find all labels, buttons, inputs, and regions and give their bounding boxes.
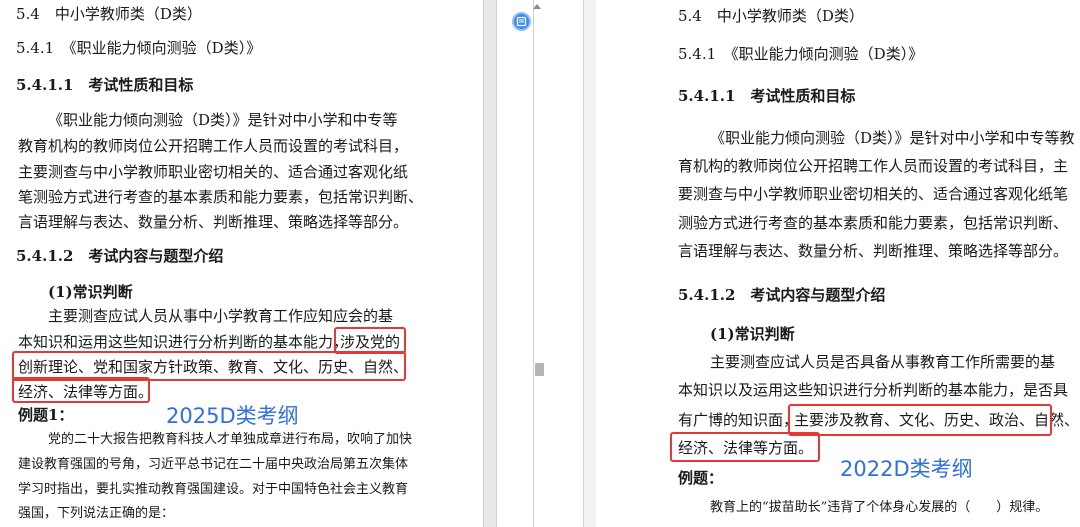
left-para1-line: 言语理解与表达、数量分析、判断推理、策略选择等部分。: [18, 213, 409, 231]
floating-tool-button[interactable]: [512, 12, 531, 31]
right-para2-line: 本知识以及运用这些知识进行分析判断的基本能力，是否具: [678, 381, 1069, 399]
right-para1-line: 测验方式进行考查的基本素质和能力要素，包括常识判断、: [678, 214, 1069, 232]
left-scrollbar-track[interactable]: [483, 0, 497, 527]
left-document-page: 5.4 中小学教师类（D类） 5.4.1 《职业能力倾向测验（D类）》 5.4.…: [0, 0, 483, 527]
right-highlight-box: [788, 404, 1052, 436]
left-example-line: 建设教育强国的号角，习近平总书记在二十届中央政治局第五次集体: [18, 457, 409, 472]
left-heading-5412: 5.4.1.2 考试内容与题型介绍: [16, 247, 224, 265]
left-item-changshi: (1)常识判断: [48, 283, 133, 301]
left-example-line: 学习时指出，要扎实推动教育强国建设。对于中国特色社会主义教育: [18, 482, 409, 497]
viewer-gutter: [483, 0, 596, 527]
right-example-line: 教育上的“拔苗助长”违背了个体身心发展的（ ）规律。: [710, 500, 1049, 515]
right-para1-line: 育机构的教师岗位公开招聘工作人员而设置的考试科目，主: [678, 157, 1069, 175]
right-heading-5411: 5.4.1.1 考试性质和目标: [678, 87, 856, 105]
right-subsection-heading: 5.4.1 《职业能力倾向测验（D类）》: [678, 45, 924, 63]
right-heading-5412: 5.4.1.2 考试内容与题型介绍: [678, 286, 886, 304]
left-section-heading: 5.4 中小学教师类（D类）: [16, 5, 202, 23]
document-tool-icon: [516, 16, 527, 27]
right-para1-line: 《职业能力倾向测验（D类）》是针对中小学和中专等教: [710, 129, 1075, 147]
right-para2-line: 主要测查应试人员是否具备从事教育工作所需要的基: [710, 353, 1056, 371]
right-document-page: 5.4 中小学教师类（D类） 5.4.1 《职业能力倾向测验（D类）》 5.4.…: [596, 0, 1080, 527]
left-para2-line: 主要测查应试人员从事中小学教育工作应知应会的基: [48, 307, 394, 325]
left-subsection-heading: 5.4.1 《职业能力倾向测验（D类）》: [16, 39, 262, 57]
left-para1-line: 笔测验方式进行考查的基本素质和能力要素，包括常识判断、: [18, 188, 424, 206]
scrollbar-thumb[interactable]: [535, 363, 544, 376]
right-example-label: 例题：: [678, 469, 724, 487]
scroll-up-arrow-icon[interactable]: [533, 4, 541, 9]
right-para1-line: 要测查与中小学教师职业密切相关的、适合通过客观化纸笔: [678, 185, 1069, 203]
right-para2-line: 有广博的知识面，: [678, 411, 799, 429]
left-para1-line: 教育机构的教师岗位公开招聘工作人员而设置的考试科目，: [18, 137, 409, 155]
left-annotation-label: 2025D类考纲: [166, 404, 299, 428]
left-example-line: 强国，下列说法正确的是：: [18, 506, 175, 521]
left-highlight-box: [334, 327, 406, 354]
left-para1-line: 主要测查与中小学教师职业密切相关的、适合通过客观化纸: [18, 163, 409, 181]
right-item-changshi: (1)常识判断: [710, 325, 795, 343]
left-para1-line: 《职业能力倾向测验（D类）》是针对中小学和中专等: [48, 111, 398, 129]
right-highlight-box: [670, 432, 820, 462]
right-scrollbar-track[interactable]: [583, 0, 596, 527]
left-heading-5411: 5.4.1.1 考试性质和目标: [16, 76, 194, 94]
left-example-label: 例题1：: [18, 406, 74, 424]
left-highlight-box: [12, 377, 150, 403]
right-annotation-label: 2022D类考纲: [840, 457, 973, 481]
right-section-heading: 5.4 中小学教师类（D类）: [678, 7, 864, 25]
left-example-line: 党的二十大报告把教育科技人才单独成章进行布局，吹响了加快: [48, 432, 413, 447]
scrollbar-edge: [533, 0, 534, 527]
right-para1-line: 言语理解与表达、数量分析、判断推理、策略选择等部分。: [678, 242, 1069, 260]
left-para2-line: 本知识和运用这些知识进行分析判断的基本能力，: [18, 333, 349, 351]
